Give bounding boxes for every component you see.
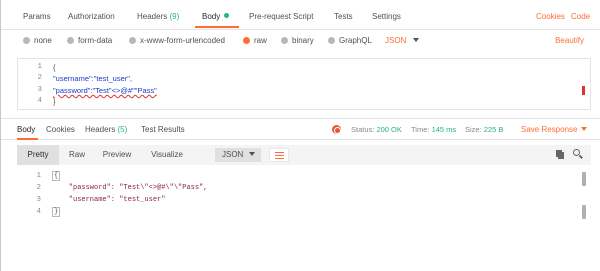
radio-none[interactable]: none (23, 36, 52, 45)
code-link[interactable]: Code (571, 12, 590, 21)
tab-settings[interactable]: Settings (372, 12, 401, 21)
code-line: { (52, 171, 61, 181)
globe-icon[interactable] (332, 125, 341, 134)
tab-response-cookies[interactable]: Cookies (46, 125, 75, 134)
chevron-down-icon (413, 38, 420, 42)
code-line: "username":"test_user", (53, 74, 133, 83)
request-body-editor[interactable]: 1 2 3 4 { "username":"test_user", "passw… (17, 58, 591, 110)
radio-selected-icon (243, 37, 250, 44)
postman-window: Params Authorization Headers (9) Body Pr… (0, 0, 600, 271)
radio-circle-icon (67, 37, 74, 44)
tab-response-body[interactable]: Body (17, 125, 35, 134)
chevron-down-icon (249, 152, 256, 156)
code-line-error: "password":"Test"<>@#""Pass" (53, 86, 157, 95)
view-raw-button[interactable]: Raw (59, 145, 95, 165)
tab-authorization[interactable]: Authorization (68, 12, 115, 21)
save-response-button[interactable]: Save Response (521, 125, 588, 134)
headers-count: (9) (169, 12, 180, 21)
body-format-select[interactable]: JSON (385, 36, 420, 45)
tab-body[interactable]: Body (202, 12, 230, 21)
copy-icon[interactable] (556, 150, 564, 159)
body-active-dot-icon (224, 13, 230, 18)
radio-binary[interactable]: binary (281, 36, 314, 45)
line-number: 3 (37, 86, 42, 94)
radio-raw[interactable]: raw (243, 36, 267, 45)
active-tab-indicator (195, 26, 239, 28)
radio-graphql[interactable]: GraphQL (328, 36, 372, 45)
tab-params[interactable]: Params (23, 12, 51, 21)
body-type-selector: none form-data x-www-form-urlencoded raw… (1, 32, 600, 52)
chevron-down-icon (581, 127, 588, 131)
code-line: { (53, 63, 56, 72)
beautify-button[interactable]: Beautify (555, 36, 584, 45)
radio-circle-icon (129, 37, 136, 44)
error-marker-icon (582, 86, 585, 95)
active-response-tab-indicator (17, 138, 38, 140)
cookies-link[interactable]: Cookies (536, 12, 565, 21)
view-visualize-button[interactable]: Visualize (141, 145, 193, 165)
scrollbar-thumb[interactable] (582, 172, 586, 186)
wrap-lines-icon[interactable] (269, 148, 289, 162)
editor-scrollbar[interactable] (580, 59, 590, 109)
response-headers-count: (5) (117, 125, 128, 134)
tab-test-results[interactable]: Test Results (141, 125, 185, 134)
tab-pre-request-script[interactable]: Pre-request Script (249, 12, 313, 21)
tab-tests[interactable]: Tests (334, 12, 353, 21)
status-value: 200 OK (376, 125, 402, 134)
time-value: 145 ms (431, 125, 457, 134)
response-tab-bar: Body Cookies Headers (5) Test Results St… (1, 118, 600, 140)
line-number: 3 (36, 196, 41, 204)
radio-circle-icon (23, 37, 30, 44)
scrollbar-thumb[interactable] (582, 205, 586, 219)
tab-headers[interactable]: Headers (9) (137, 12, 179, 21)
line-number: 4 (36, 208, 41, 216)
time-info: Time: 145 ms (411, 125, 457, 134)
code-line: } (53, 97, 56, 106)
line-number: 2 (36, 184, 41, 192)
radio-circle-icon (281, 37, 288, 44)
size-info: Size: 225 B (465, 125, 504, 134)
radio-form-data[interactable]: form-data (67, 36, 112, 45)
line-number: 1 (36, 172, 41, 180)
tab-response-headers[interactable]: Headers (5) (85, 125, 127, 134)
radio-x-www-form-urlencoded[interactable]: x-www-form-urlencoded (129, 36, 225, 45)
view-pretty-button[interactable]: Pretty (17, 145, 59, 165)
line-number: 2 (37, 74, 42, 82)
request-tab-bar: Params Authorization Headers (9) Body Pr… (1, 0, 600, 30)
code-line: "password": "Test\"<>@#\"\"Pass", (52, 184, 208, 192)
code-line: } (52, 207, 61, 217)
response-body-viewer[interactable]: 1 2 3 4 { "password": "Test\"<>@#\"\"Pas… (17, 168, 591, 228)
view-preview-button[interactable]: Preview (95, 145, 139, 165)
response-toolbar: Pretty Raw Preview Visualize JSON (17, 145, 591, 165)
line-number: 1 (37, 63, 42, 71)
response-format-select[interactable]: JSON (215, 148, 261, 162)
radio-circle-icon (328, 37, 335, 44)
size-value: 225 B (483, 125, 504, 134)
code-line: "username": "test_user" (52, 196, 166, 204)
search-icon[interactable] (573, 149, 583, 159)
line-number: 4 (37, 97, 42, 105)
status-info: Status: 200 OK (351, 125, 402, 134)
